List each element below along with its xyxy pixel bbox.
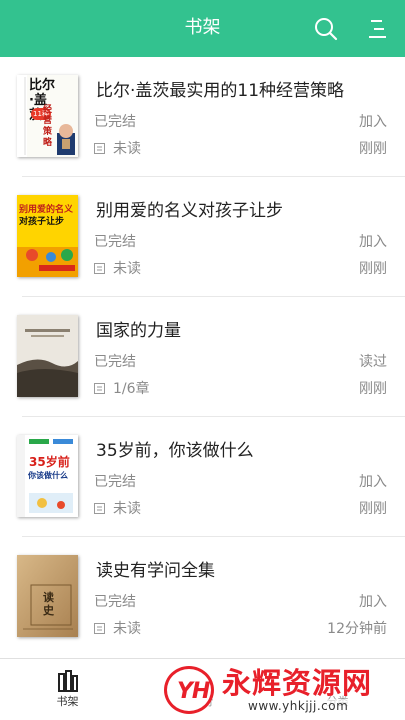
book-item[interactable]: 读史 读史有学问全集 已完结 加入 未读 12分钟前 — [0, 537, 405, 657]
menu-icon[interactable] — [366, 17, 390, 41]
tab-category[interactable]: 分类 — [270, 659, 405, 720]
book-status: 已完结 — [94, 234, 136, 250]
cover-title-text: 35岁前 — [29, 455, 70, 469]
book-status: 已完结 — [94, 474, 136, 490]
book-updated-time: 12分钟前 — [327, 621, 387, 637]
cover-subtitle-text: 对孩子让步 — [19, 217, 65, 227]
book-cover: 比尔·盖茨 11种 经营策略 — [17, 75, 78, 157]
book-progress: 未读 — [113, 261, 141, 277]
book-title: 读史有学问全集 — [96, 561, 215, 581]
bottom-navigation: 书架 排行 分类 — [0, 658, 405, 720]
book-updated-time: 刚刚 — [359, 261, 387, 277]
book-item[interactable]: 国家的力量 已完结 读过 1/6章 刚刚 — [0, 297, 405, 417]
book-cover: 35岁前 你该做什么 — [17, 435, 78, 517]
book-item[interactable]: 别用爱的名义 对孩子让步 别用爱的名义对孩子让步 已完结 加入 未读 刚刚 — [0, 177, 405, 297]
chapter-icon — [94, 383, 105, 394]
bookshelf-icon — [57, 670, 78, 692]
book-updated-time: 刚刚 — [359, 141, 387, 157]
tab-label: 排行 — [191, 695, 214, 708]
book-cover: 读史 — [17, 555, 78, 637]
tab-bookshelf[interactable]: 书架 — [0, 659, 135, 720]
book-status: 已完结 — [94, 114, 136, 130]
tab-label: 分类 — [326, 695, 349, 708]
book-title: 别用爱的名义对孩子让步 — [96, 201, 283, 221]
book-updated-time: 刚刚 — [359, 501, 387, 517]
book-shelf-action: 加入 — [359, 234, 387, 250]
tab-ranking[interactable]: 排行 — [135, 659, 270, 720]
chapter-icon — [94, 143, 105, 154]
book-status: 已完结 — [94, 594, 136, 610]
cover-subtitle-text: 经营策略 — [43, 105, 53, 148]
page-title: 书架 — [184, 17, 221, 38]
chapter-icon — [94, 623, 105, 634]
book-cover — [17, 315, 78, 397]
tab-label: 书架 — [56, 695, 79, 708]
chapter-icon — [94, 503, 105, 514]
cover-title-text: 别用爱的名义 — [19, 205, 74, 215]
book-title: 35岁前，你该做什么 — [96, 441, 254, 461]
book-progress: 1/6章 — [113, 381, 150, 397]
book-item[interactable]: 比尔·盖茨 11种 经营策略 比尔·盖茨最实用的11种经营策略 已完结 加入 未… — [0, 57, 405, 177]
book-shelf-action: 加入 — [359, 594, 387, 610]
top-app-bar: 书架 — [0, 0, 405, 57]
book-status: 已完结 — [94, 354, 136, 370]
book-cover: 别用爱的名义 对孩子让步 — [17, 195, 78, 277]
chapter-icon — [94, 263, 105, 274]
book-progress: 未读 — [113, 141, 141, 157]
book-title: 比尔·盖茨最实用的11种经营策略 — [96, 81, 345, 101]
cover-title-text: 读史 — [43, 591, 54, 617]
book-title: 国家的力量 — [96, 321, 181, 341]
book-item[interactable]: 35岁前 你该做什么 35岁前，你该做什么 已完结 加入 未读 刚刚 — [0, 417, 405, 537]
book-shelf-action: 加入 — [359, 114, 387, 130]
book-progress: 未读 — [113, 501, 141, 517]
cover-subtitle-text: 你该做什么 — [28, 471, 68, 480]
book-updated-time: 刚刚 — [359, 381, 387, 397]
book-progress: 未读 — [113, 621, 141, 637]
book-shelf-action: 读过 — [359, 354, 387, 370]
book-shelf-action: 加入 — [359, 474, 387, 490]
search-icon[interactable] — [314, 17, 338, 41]
